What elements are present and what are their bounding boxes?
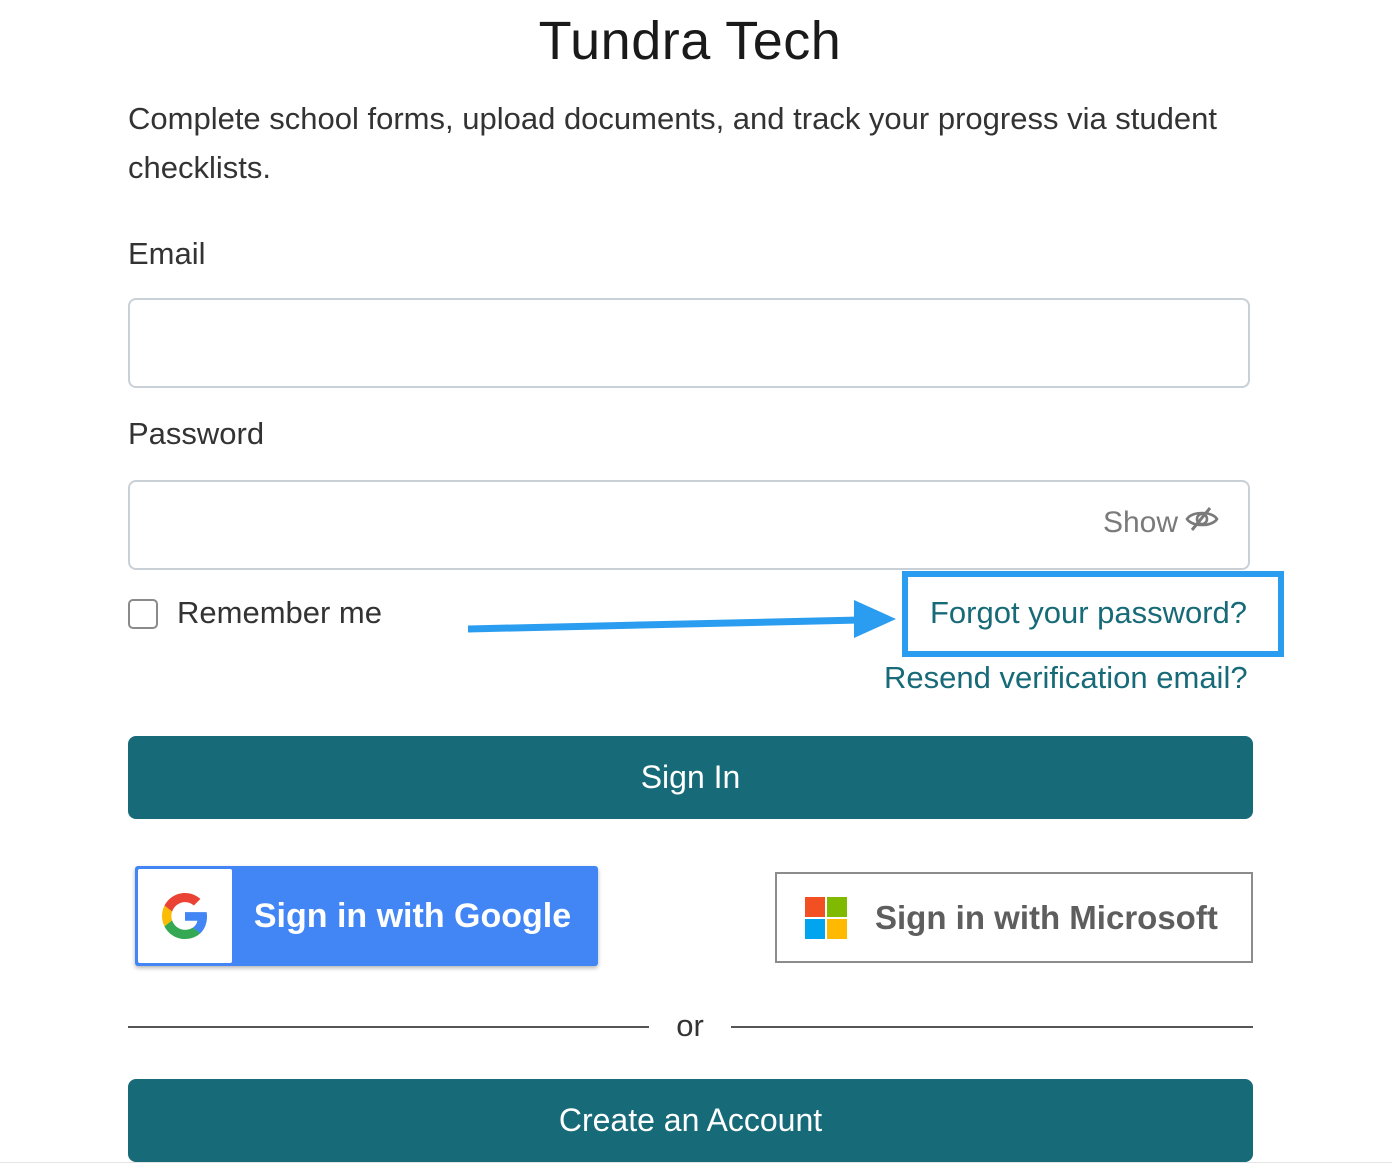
eye-slash-icon [1184,506,1220,540]
microsoft-logo-icon [805,896,847,939]
show-password-label: Show [1102,506,1178,539]
remember-me-checkbox[interactable] [128,599,158,629]
show-password-toggle[interactable]: Show [1103,506,1220,540]
annotation-arrow [467,600,896,638]
resend-verification-link[interactable]: Resend verification email? [884,660,1248,696]
google-logo-icon [162,893,208,939]
create-account-button-label: Create an Account [558,1102,823,1138]
password-field[interactable]: Show [128,480,1250,570]
email-field[interactable] [128,298,1250,388]
email-label: Email [128,236,206,271]
google-sign-in-button[interactable]: Sign in with Google [135,866,598,966]
divider-line-right [731,1026,1253,1028]
bottom-divider [0,1162,1392,1163]
google-logo-container [138,869,232,963]
sign-in-button-label: Sign In [640,759,741,795]
password-label: Password [128,416,265,451]
microsoft-sign-in-label: Sign in with Microsoft [875,898,1218,936]
page-title: Tundra Tech [538,11,842,71]
divider-line-left [128,1026,649,1028]
sign-in-button[interactable]: Sign In [128,736,1253,819]
forgot-password-link[interactable]: Forgot your password? [930,595,1247,631]
create-account-button[interactable]: Create an Account [128,1079,1253,1162]
microsoft-sign-in-button[interactable]: Sign in with Microsoft [775,872,1253,963]
or-divider-label: or [676,1008,704,1043]
google-sign-in-label: Sign in with Google [253,896,572,935]
remember-me-label[interactable]: Remember me [177,595,382,631]
page-subtitle: Complete school forms, upload documents,… [128,101,1217,185]
